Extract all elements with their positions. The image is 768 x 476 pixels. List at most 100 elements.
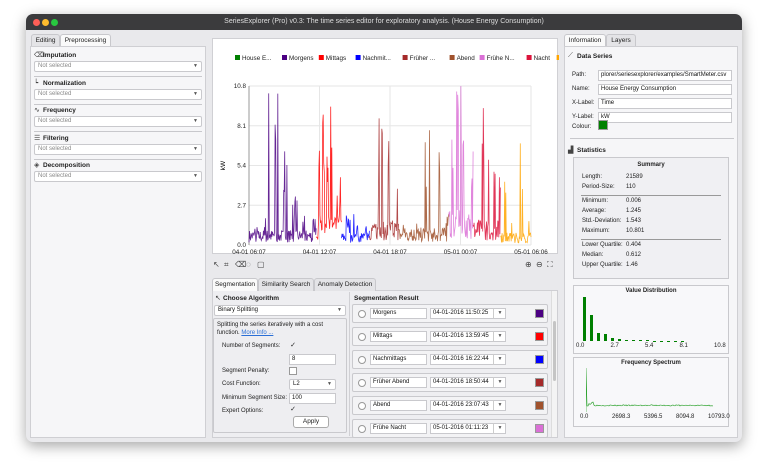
x-tick-label: 04-01 18:07 <box>373 249 407 255</box>
xlabel-label: X-Label: <box>572 100 595 106</box>
lasso-icon[interactable]: ◌ <box>246 260 251 269</box>
segment-series-line[interactable] <box>472 108 501 241</box>
maximize-window-button[interactable] <box>51 19 58 26</box>
min-size-label: Minimum Segment Size: <box>222 395 288 401</box>
segment-series-line[interactable] <box>248 93 317 243</box>
scrollbar[interactable] <box>551 291 557 437</box>
segment-radio[interactable] <box>358 310 366 318</box>
segment-colour-button[interactable] <box>535 378 544 387</box>
chevron-down-icon[interactable]: ▼ <box>493 308 506 319</box>
close-window-button[interactable] <box>33 19 40 26</box>
bar-chart-icon: ▟ <box>568 147 574 154</box>
segment-radio[interactable] <box>358 425 366 433</box>
penalty-checkbox[interactable] <box>289 367 297 375</box>
chevron-down-icon[interactable]: ▼ <box>493 331 506 342</box>
segment-name-field[interactable]: Mittags <box>370 331 427 342</box>
tab-similarity-search[interactable]: Similarity Search <box>258 278 314 291</box>
stat-value: 0.612 <box>626 252 642 258</box>
section-label: Frequency <box>43 107 76 114</box>
legend-label[interactable]: Nachmit... <box>363 55 392 62</box>
stat-key: Average: <box>582 208 606 214</box>
legend-label[interactable]: Früher ... <box>410 55 436 62</box>
legend-swatch <box>479 55 485 60</box>
y-axis-label: kW <box>220 160 227 170</box>
num-segments-spinbox[interactable]: 8 <box>289 354 336 365</box>
tab-anomaly-detection[interactable]: Anomaly Detection <box>314 278 376 291</box>
segment-series-line[interactable] <box>369 118 399 241</box>
segment-colour-button[interactable] <box>535 424 544 433</box>
tab-segmentation[interactable]: Segmentation <box>212 278 258 291</box>
histogram-bar <box>646 340 649 341</box>
section-select[interactable]: Not selected ▼ <box>34 171 202 182</box>
minimize-window-button[interactable] <box>42 19 49 26</box>
histogram-tick-label: 10.8 <box>714 343 726 349</box>
ylabel-field[interactable]: kW <box>598 112 732 123</box>
segment-series-line[interactable] <box>500 143 532 244</box>
chevron-down-icon: ▼ <box>337 307 342 313</box>
segment-series-line[interactable] <box>398 130 450 243</box>
legend-label[interactable]: Abend <box>457 55 476 62</box>
segment-name-field[interactable]: Nachmittags <box>370 354 427 365</box>
title-bar: SeriesExplorer (Pro) v0.3: The time seri… <box>26 14 742 30</box>
y-tick-label: 8.1 <box>237 123 246 130</box>
legend-label[interactable]: Mittags <box>326 55 346 62</box>
cost-function-select[interactable]: L2 ▼ <box>289 379 336 390</box>
legend-label[interactable]: House E... <box>242 55 272 62</box>
chevron-down-icon[interactable]: ▼ <box>493 400 506 411</box>
penalty-label: Segment Penalty: <box>222 368 270 374</box>
spectrum-tick-label: 2698.3 <box>612 414 631 420</box>
algorithm-select[interactable]: Binary Splitting ▼ <box>214 305 346 316</box>
path-field[interactable]: plorer/seriesexplorer/examples/SmartMete… <box>598 70 732 81</box>
y-tick-label: 0.0 <box>237 242 246 249</box>
colour-button[interactable] <box>598 120 608 130</box>
segment-radio[interactable] <box>358 356 366 364</box>
section-select[interactable]: Not selected ▼ <box>34 116 202 127</box>
chevron-down-icon[interactable]: ▼ <box>493 423 506 434</box>
segment-colour-button[interactable] <box>535 309 544 318</box>
histogram-tick-label: 5.4 <box>645 343 654 349</box>
legend-swatch <box>235 55 240 60</box>
zoom-out-icon[interactable]: ⊖ <box>536 260 543 269</box>
segment-name-field[interactable]: Frühe Nacht <box>370 423 427 434</box>
stat-value: 0.404 <box>626 242 642 248</box>
min-size-spinbox[interactable]: 100 <box>289 393 336 404</box>
legend-swatch <box>282 55 287 60</box>
section-select[interactable]: Not selected ▼ <box>34 61 202 72</box>
time-series-chart[interactable]: House E... Morgens Mittags Nachmit... Früher… <box>213 39 589 266</box>
legend-label[interactable]: Morgens <box>289 55 314 62</box>
segment-name-field[interactable]: Früher Abend <box>370 377 427 388</box>
histogram-bar <box>625 339 628 341</box>
histogram-bar <box>681 340 684 342</box>
expert-checkbox[interactable]: ✓ <box>289 406 297 414</box>
section-select[interactable]: Not selected ▼ <box>34 88 202 100</box>
segment-row: Frühe Nacht 05-01-2016 01:11:23 ▼ <box>352 419 548 438</box>
select-value: Not selected <box>38 90 72 97</box>
name-field[interactable]: House Energy Consumption <box>598 84 732 95</box>
segment-name-field[interactable]: Abend <box>370 400 427 411</box>
legend-label[interactable]: Nacht <box>534 55 551 62</box>
statistics-title: Statistics <box>577 147 606 154</box>
chevron-down-icon[interactable]: ▼ <box>493 377 506 388</box>
segment-name-field[interactable]: Morgens <box>370 308 427 319</box>
fullscreen-icon[interactable]: ⛶ <box>547 260 553 270</box>
segment-radio[interactable] <box>358 402 366 410</box>
spectrum-tick-label: 0.0 <box>580 414 589 420</box>
crop-icon[interactable]: ⌗ <box>224 260 229 270</box>
chevron-down-icon[interactable]: ▼ <box>493 354 506 365</box>
zoom-in-icon[interactable]: ⊕ <box>525 260 532 269</box>
pointer-icon[interactable]: ↖ <box>213 260 220 269</box>
more-info-link[interactable]: More Info ... <box>241 330 273 336</box>
apply-button[interactable]: Apply <box>293 416 329 428</box>
segment-colour-button[interactable] <box>535 355 544 364</box>
segment-series-line[interactable] <box>341 214 370 243</box>
legend-label[interactable]: Frühe N... <box>487 55 515 62</box>
segment-radio[interactable] <box>358 379 366 387</box>
segment-colour-button[interactable] <box>535 332 544 341</box>
segment-colour-button[interactable] <box>535 401 544 410</box>
select-rect-icon[interactable]: ▢ <box>257 260 265 269</box>
num-segments-checkbox[interactable]: ✓ <box>289 342 297 350</box>
segment-radio[interactable] <box>358 333 366 341</box>
eraser-icon[interactable]: ⌫ <box>235 260 246 269</box>
xlabel-field[interactable]: Time <box>598 98 732 109</box>
section-select[interactable]: Not selected ▼ <box>34 143 202 155</box>
